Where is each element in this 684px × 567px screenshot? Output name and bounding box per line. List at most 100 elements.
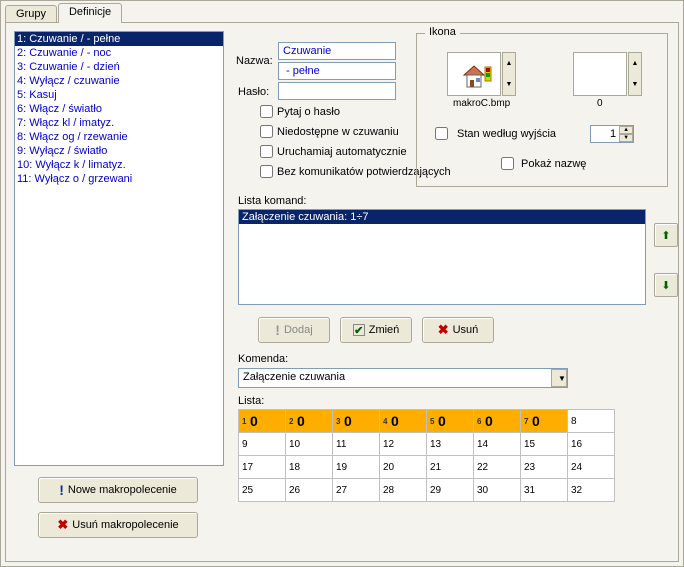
list-item[interactable]: 6: Włącz / światło: [15, 102, 223, 116]
grid-header-row: 10 20 30 40 50 60 70 8: [239, 410, 615, 433]
grid-cell[interactable]: 31: [521, 479, 568, 502]
autorun-checkbox-row[interactable]: Uruchamiaj automatycznie: [260, 145, 407, 158]
stan-spin-input[interactable]: ▲ ▼: [590, 125, 634, 143]
action-buttons: ! Dodaj ✔ Zmień ✖ Usuń: [258, 317, 494, 343]
name-label: Nazwa:: [236, 55, 273, 67]
macro-listbox[interactable]: 1: Czuwanie / - pełne 2: Czuwanie / - no…: [14, 31, 224, 466]
tab-definicje[interactable]: Definicje: [58, 3, 122, 23]
unavailable-armed-checkbox[interactable]: [260, 125, 273, 138]
grid-cell[interactable]: 10: [239, 410, 286, 433]
spin-down-button[interactable]: ▼: [629, 74, 641, 95]
list-item[interactable]: 7: Włącz kl / imatyz.: [15, 116, 223, 130]
grid-cell[interactable]: 30: [474, 479, 521, 502]
grid-cell[interactable]: 22: [474, 456, 521, 479]
ikona-legend: Ikona: [425, 26, 460, 38]
grid-cell[interactable]: 19: [333, 456, 380, 479]
new-macro-button[interactable]: ! Nowe makropolecenie: [38, 477, 198, 503]
grid-cell[interactable]: 13: [427, 433, 474, 456]
command-listbox[interactable]: Załączenie czuwania: 1÷7: [238, 209, 646, 305]
command-list-item[interactable]: Załączenie czuwania: 1÷7: [239, 210, 645, 224]
list-item[interactable]: 2: Czuwanie / - noc: [15, 46, 223, 60]
ask-password-checkbox-row[interactable]: Pytaj o hasło: [260, 105, 340, 118]
grid-cell[interactable]: 25: [239, 479, 286, 502]
grid-cell[interactable]: 70: [521, 410, 568, 433]
spin-up-button[interactable]: ▲: [619, 126, 633, 134]
ikona-left-caption: makroC.bmp: [453, 98, 510, 109]
list-item[interactable]: 4: Wyłącz / czuwanie: [15, 74, 223, 88]
grid-cell[interactable]: 20: [286, 410, 333, 433]
name-input-line1[interactable]: [278, 42, 396, 60]
spin-up-button[interactable]: ▲: [503, 53, 515, 74]
list-item[interactable]: 1: Czuwanie / - pełne: [15, 32, 223, 46]
grid-cell[interactable]: 30: [333, 410, 380, 433]
button-label: Dodaj: [284, 324, 313, 336]
tab-grupy[interactable]: Grupy: [5, 5, 57, 23]
grid-cell[interactable]: 10: [286, 433, 333, 456]
stan-checkbox[interactable]: [435, 127, 448, 140]
x-icon: ✖: [57, 517, 68, 533]
grid-cell[interactable]: 23: [521, 456, 568, 479]
checkbox-label: Pytaj o hasło: [277, 106, 340, 118]
change-button[interactable]: ✔ Zmień: [340, 317, 412, 343]
grid-cell[interactable]: 40: [380, 410, 427, 433]
zone-grid[interactable]: 10 20 30 40 50 60 70 8 9 10 11 12 13 14 …: [238, 409, 615, 502]
grid-cell[interactable]: 24: [568, 456, 615, 479]
grid-row: 25 26 27 28 29 30 31 32: [239, 479, 615, 502]
stan-row: Stan według wyjścia ▲ ▼: [431, 124, 634, 143]
grid-cell[interactable]: 29: [427, 479, 474, 502]
grid-cell[interactable]: 50: [427, 410, 474, 433]
exclamation-icon: !: [59, 482, 64, 498]
combobox-value: Załączenie czuwania: [239, 369, 551, 387]
no-confirm-checkbox[interactable]: [260, 165, 273, 178]
grid-cell[interactable]: 15: [521, 433, 568, 456]
grid-cell[interactable]: 26: [286, 479, 333, 502]
move-down-button[interactable]: ⬇: [654, 273, 678, 297]
button-label: Usuń: [453, 324, 479, 336]
chevron-down-icon[interactable]: ▼: [551, 369, 567, 387]
grid-cell[interactable]: 21: [427, 456, 474, 479]
grid-cell[interactable]: 11: [333, 433, 380, 456]
lista-label: Lista:: [238, 395, 264, 407]
grid-cell[interactable]: 20: [380, 456, 427, 479]
grid-cell[interactable]: 14: [474, 433, 521, 456]
grid-cell[interactable]: 18: [286, 456, 333, 479]
password-input[interactable]: [278, 82, 396, 100]
ikona-left-spinner[interactable]: ▲ ▼: [502, 52, 516, 96]
spin-down-button[interactable]: ▼: [619, 134, 633, 142]
command-combobox[interactable]: Załączenie czuwania ▼: [238, 368, 568, 388]
ikona-right-spinner[interactable]: ▲ ▼: [628, 52, 642, 96]
move-up-button[interactable]: ⬆: [654, 223, 678, 247]
name-input-line2[interactable]: [278, 62, 396, 80]
button-label: Nowe makropolecenie: [68, 484, 177, 496]
show-name-checkbox[interactable]: [501, 157, 514, 170]
list-item[interactable]: 5: Kasuj: [15, 88, 223, 102]
grid-cell[interactable]: 27: [333, 479, 380, 502]
grid-cell[interactable]: 60: [474, 410, 521, 433]
autorun-checkbox[interactable]: [260, 145, 273, 158]
grid-cell[interactable]: 16: [568, 433, 615, 456]
ask-password-checkbox[interactable]: [260, 105, 273, 118]
grid-cell[interactable]: 28: [380, 479, 427, 502]
spin-down-button[interactable]: ▼: [503, 74, 515, 95]
show-name-checkbox-row[interactable]: Pokaż nazwę: [497, 154, 586, 173]
grid-cell[interactable]: 12: [380, 433, 427, 456]
delete-macro-button[interactable]: ✖ Usuń makropolecenie: [38, 512, 198, 538]
app-window: Grupy Definicje 1: Czuwanie / - pełne 2:…: [0, 0, 684, 567]
grid-cell[interactable]: 9: [239, 433, 286, 456]
spin-up-button[interactable]: ▲: [629, 53, 641, 74]
list-item[interactable]: 3: Czuwanie / - dzień: [15, 60, 223, 74]
grid-cell[interactable]: 17: [239, 456, 286, 479]
list-item[interactable]: 8: Włącz og / rzewanie: [15, 130, 223, 144]
ikona-right-caption: 0: [597, 98, 603, 109]
add-button[interactable]: ! Dodaj: [258, 317, 330, 343]
list-item[interactable]: 9: Wyłącz / światło: [15, 144, 223, 158]
checkbox-label: Niedostępne w czuwaniu: [277, 126, 399, 138]
list-item[interactable]: 10: Wyłącz k / limatyz.: [15, 158, 223, 172]
unavailable-armed-checkbox-row[interactable]: Niedostępne w czuwaniu: [260, 125, 399, 138]
grid-cell[interactable]: 8: [568, 410, 615, 433]
list-item[interactable]: 11: Wyłącz o / grzewani: [15, 172, 223, 186]
grid-cell[interactable]: 32: [568, 479, 615, 502]
grid-row: 9 10 11 12 13 14 15 16: [239, 433, 615, 456]
delete-button[interactable]: ✖ Usuń: [422, 317, 494, 343]
stan-value-input[interactable]: [591, 126, 619, 142]
